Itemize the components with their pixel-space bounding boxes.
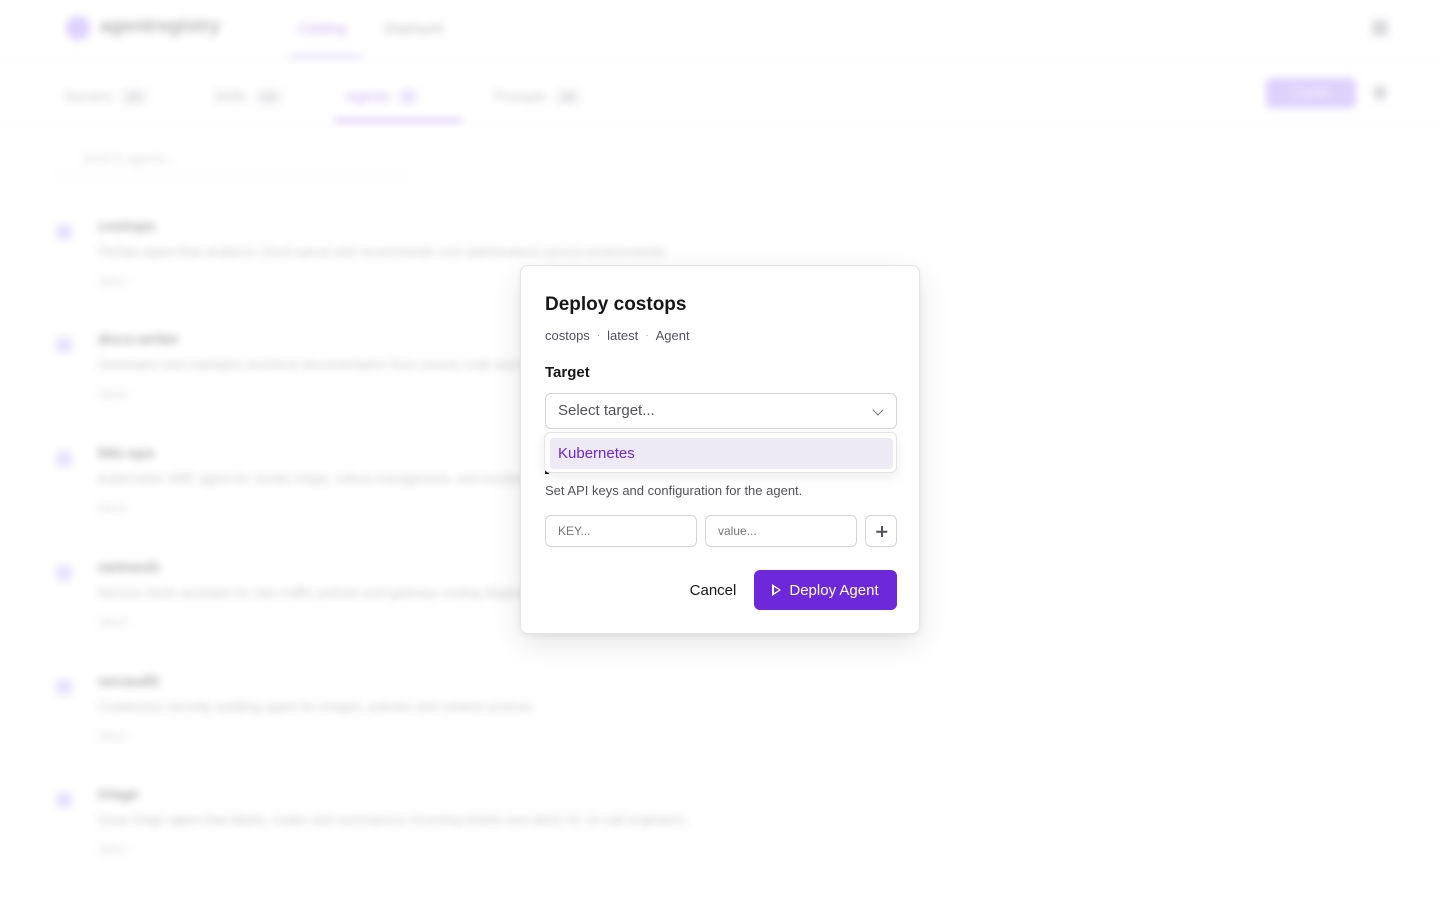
dropdown-option-kubernetes[interactable]: Kubernetes (550, 438, 893, 469)
deploy-button-label: Deploy Agent (789, 581, 879, 599)
target-select-value: Select target... (558, 402, 655, 419)
env-key-input[interactable] (545, 515, 697, 547)
meta-name: costops (545, 328, 590, 343)
meta-type: Agent (655, 328, 690, 343)
chevron-down-icon (872, 404, 884, 416)
dialog-title: Deploy costops (545, 294, 687, 315)
target-label: Target (545, 364, 590, 381)
meta-separator: · (645, 330, 649, 341)
play-icon (772, 584, 782, 596)
add-env-var-button[interactable] (865, 515, 897, 547)
cancel-button[interactable]: Cancel (673, 571, 753, 611)
target-dropdown: Kubernetes (544, 432, 897, 473)
meta-separator: · (596, 330, 601, 341)
dialog-meta: costops · latest · Agent (545, 328, 690, 343)
env-description: Set API keys and configuration for the a… (545, 483, 803, 498)
deploy-agent-button[interactable]: Deploy Agent (754, 570, 897, 610)
target-select[interactable]: Select target... (545, 393, 897, 429)
env-value-input[interactable] (705, 515, 857, 547)
meta-version: latest (607, 328, 639, 343)
